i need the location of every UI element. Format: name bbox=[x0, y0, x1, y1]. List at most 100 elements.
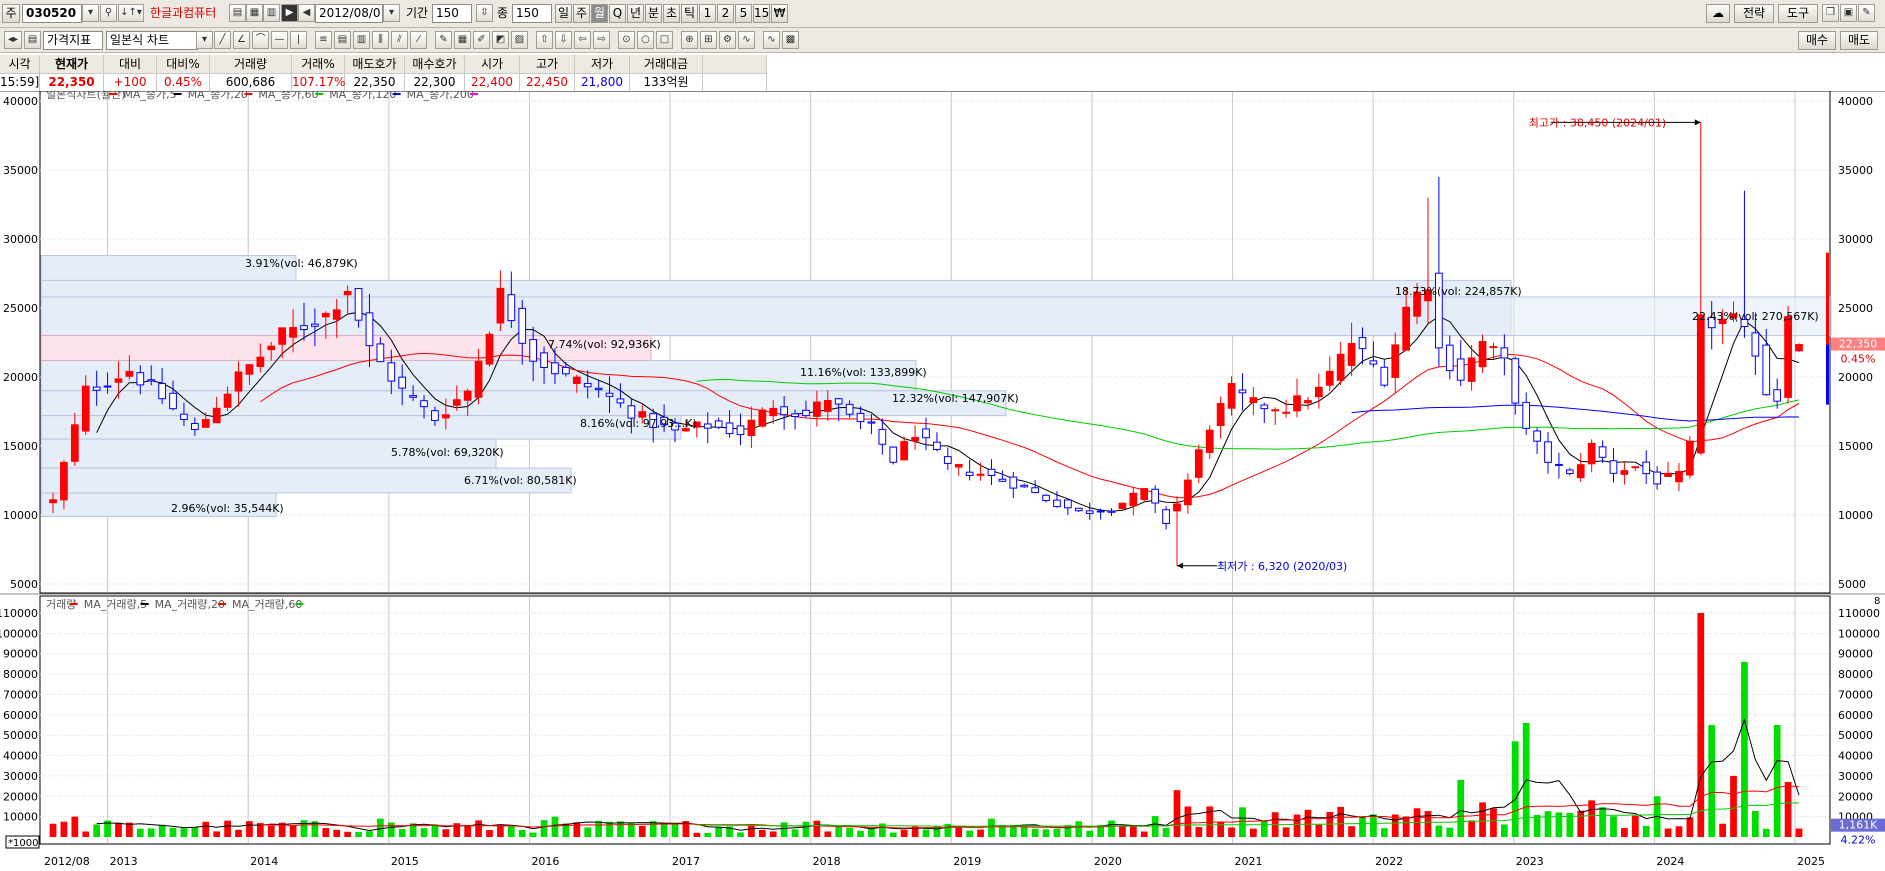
price-chart[interactable]: 2012/08 2013 2014 2015 2016 2017 2018 2019 2020 2… bbox=[0, 91, 1885, 871]
indicator-select[interactable]: 가격지표 bbox=[43, 31, 103, 50]
code-dropdown-icon[interactable]: ▾ bbox=[82, 4, 99, 22]
color-icon[interactable]: ◩ bbox=[492, 31, 509, 49]
table-icon[interactable]: ▦ bbox=[454, 31, 471, 49]
pen-icon[interactable]: ✎ bbox=[435, 31, 452, 49]
volume-axis-label: 100000 bbox=[0, 627, 38, 640]
market-type-button[interactable]: 주 bbox=[2, 4, 20, 23]
period-spin-icon[interactable]: ⇳ bbox=[476, 4, 493, 22]
news-icon[interactable]: ▥ bbox=[263, 4, 280, 22]
candle-body bbox=[114, 378, 123, 383]
wave2-icon[interactable]: ∿ bbox=[763, 31, 780, 49]
candle-body bbox=[180, 413, 188, 420]
volume-bar bbox=[758, 829, 766, 837]
vline-icon[interactable]: | bbox=[290, 31, 307, 49]
price-axis-label: 30000 bbox=[3, 233, 38, 246]
candle-body bbox=[714, 420, 723, 428]
period-input[interactable]: 150 bbox=[432, 4, 472, 23]
indicator-icon[interactable]: ▤ bbox=[24, 31, 41, 49]
settings-icon[interactable]: ✎ bbox=[1858, 4, 1875, 22]
angle-icon[interactable]: ∠ bbox=[233, 31, 250, 49]
trendline-icon[interactable]: ╱ bbox=[214, 31, 231, 49]
candle-body bbox=[1260, 404, 1269, 410]
candle-body bbox=[551, 362, 559, 375]
stock-code-input[interactable]: 030520 bbox=[22, 4, 82, 23]
quote-value: 600,686 bbox=[225, 75, 276, 89]
arrow-down-icon[interactable]: ⇩ bbox=[555, 31, 572, 49]
timeframe-button[interactable]: 주 bbox=[573, 4, 590, 23]
timeframe-button[interactable]: 1 bbox=[699, 4, 716, 23]
timeframe-button[interactable]: ₩ bbox=[771, 4, 788, 23]
timeframe-button[interactable]: 틱 bbox=[681, 4, 698, 23]
info-icon[interactable]: ▤ bbox=[229, 4, 246, 22]
candle-body bbox=[976, 473, 985, 476]
save-icon[interactable]: ▣ bbox=[1840, 4, 1857, 22]
candle-body bbox=[1205, 429, 1214, 453]
range-bar-up bbox=[1826, 252, 1829, 345]
volume-bar bbox=[300, 820, 308, 837]
volume-profile-label: 12.32%(vol: 147,907K) bbox=[892, 392, 1019, 405]
price-legend-item: MA_종가,20 bbox=[188, 91, 248, 101]
export-icon[interactable]: ▩ bbox=[782, 31, 799, 49]
timeframe-button[interactable]: 초 bbox=[663, 4, 680, 23]
timeframe-button[interactable]: 년 bbox=[627, 4, 644, 23]
zoom-icon[interactable]: ⊕ bbox=[681, 31, 698, 49]
slash-icon[interactable]: ⁄ bbox=[410, 31, 427, 49]
parallel-icon[interactable]: ⫼ bbox=[372, 31, 389, 49]
grid-icon[interactable]: ▥ bbox=[353, 31, 370, 49]
timeframe-button[interactable]: 일 bbox=[555, 4, 572, 23]
volume-axis-label-right: 60000 bbox=[1838, 709, 1873, 722]
fill-icon[interactable]: ▨ bbox=[511, 31, 528, 49]
arrow-up-icon[interactable]: ⇧ bbox=[536, 31, 553, 49]
price-axis-label-right: 25000 bbox=[1838, 302, 1873, 315]
volume-bar bbox=[704, 832, 712, 837]
note-icon[interactable]: ✐ bbox=[473, 31, 490, 49]
play-icon[interactable]: ▶ bbox=[281, 4, 298, 22]
volume-bar bbox=[518, 829, 526, 837]
buy-button[interactable]: 매수 bbox=[1798, 31, 1836, 50]
expand-icon[interactable]: ◂▸ bbox=[4, 31, 22, 49]
price-axis-label: 20000 bbox=[3, 371, 38, 384]
candle-body bbox=[267, 345, 276, 351]
fan-icon[interactable]: ⫽ bbox=[391, 31, 408, 49]
count-input[interactable]: 150 bbox=[512, 4, 552, 23]
fib-icon[interactable]: ▤ bbox=[334, 31, 351, 49]
candle-body bbox=[889, 446, 898, 463]
candle-body bbox=[1304, 400, 1312, 404]
layout-icon[interactable]: ⊞ bbox=[700, 31, 717, 49]
memo-icon[interactable]: ▦ bbox=[246, 4, 263, 22]
channel-icon[interactable]: ≡ bbox=[315, 31, 332, 49]
quote-value: 107.17% bbox=[292, 75, 346, 89]
timeframe-button[interactable]: 분 bbox=[645, 4, 662, 23]
prev-icon[interactable]: ◀ bbox=[298, 4, 315, 22]
calendar-dropdown-icon[interactable]: ▾ bbox=[383, 4, 400, 22]
timeframe-button[interactable]: 5 bbox=[735, 4, 752, 23]
candle-body bbox=[856, 412, 865, 423]
arrow-left-icon[interactable]: ⇦ bbox=[574, 31, 591, 49]
quote-value: 0.45% bbox=[163, 75, 203, 89]
window-icon[interactable]: ❐ bbox=[1822, 4, 1839, 22]
circle-icon[interactable]: ⊙ bbox=[618, 31, 635, 49]
timeframe-button[interactable]: 2 bbox=[717, 4, 734, 23]
sell-button[interactable]: 매도 bbox=[1840, 31, 1878, 50]
chart-type-select[interactable]: 일본식 차트 bbox=[106, 31, 198, 50]
ellipse-icon[interactable]: ○ bbox=[637, 31, 654, 49]
sort-icon[interactable]: ↓↑▾ bbox=[118, 4, 144, 22]
volume-bar bbox=[71, 816, 79, 837]
timeframe-button[interactable]: 월 bbox=[591, 4, 608, 23]
rect-icon[interactable]: □ bbox=[656, 31, 673, 49]
gear-icon[interactable]: ⚙ bbox=[719, 31, 736, 49]
date-input[interactable]: 2012/08/01 bbox=[315, 4, 383, 23]
arrow-right-icon[interactable]: ⇨ bbox=[593, 31, 610, 49]
main-toolbar: 주 030520 ▾ ⚲ ↓↑▾ 한글과컴퓨터 ▤ ▦ ▥ ▶ ◀ 2012/0… bbox=[0, 0, 1885, 28]
timeframe-button[interactable]: 15 bbox=[753, 4, 770, 23]
hline-icon[interactable]: — bbox=[271, 31, 288, 49]
candle-body bbox=[1053, 499, 1061, 508]
tools-button[interactable]: 도구 bbox=[1778, 4, 1818, 23]
cloud-icon[interactable]: ☁ bbox=[1706, 4, 1730, 23]
strategy-button[interactable]: 전략 bbox=[1734, 4, 1774, 23]
search-icon[interactable]: ⚲ bbox=[100, 4, 117, 22]
wave-icon[interactable]: ∿ bbox=[738, 31, 755, 49]
chart-type-dropdown-icon[interactable]: ▾ bbox=[196, 31, 213, 49]
arc-icon[interactable]: ⌒ bbox=[252, 31, 269, 49]
timeframe-button[interactable]: Q bbox=[609, 4, 626, 23]
